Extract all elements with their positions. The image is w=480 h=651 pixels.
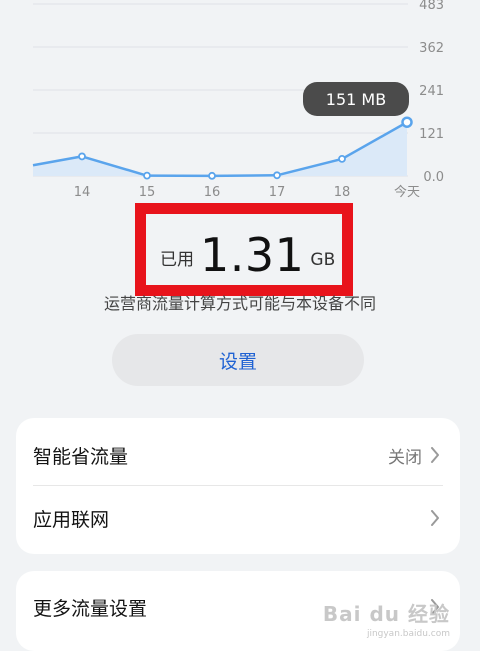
y-tick-label: 241 [419, 84, 444, 99]
data-point [143, 171, 151, 180]
app-networking-row[interactable]: 应用联网 [16, 486, 460, 550]
menu-card-1: 智能省流量 关闭 应用联网 [16, 418, 460, 554]
y-tick-label: 0.0 [423, 170, 444, 185]
data-point [78, 152, 86, 161]
usage-chart-svg: 483 362 241 121 0.0 14 15 16 17 18 今天 151 MB [32, 0, 444, 200]
watermark: Bai du 经验 [322, 602, 450, 626]
used-value: 1.31 [200, 228, 305, 282]
x-tick-label: 18 [334, 185, 351, 200]
today-point [401, 116, 413, 128]
data-point [208, 171, 216, 180]
x-tick-label: 16 [204, 185, 221, 200]
used-unit: GB [310, 250, 336, 270]
y-tick-label: 121 [419, 127, 444, 142]
y-tick-label: 483 [419, 0, 444, 13]
y-tick-label: 362 [419, 41, 444, 56]
data-point [273, 171, 281, 180]
smart-saver-status: 关闭 [388, 443, 440, 468]
settings-button[interactable]: 设置 [112, 334, 364, 386]
smart-saver-label: 智能省流量 [33, 445, 129, 468]
usage-area [33, 122, 407, 176]
used-prefix: 已用 [160, 250, 194, 270]
x-tick-label: 今天 [394, 184, 420, 200]
x-tick-label: 17 [269, 185, 286, 200]
data-point [338, 155, 346, 163]
used-summary: 已用 1.31 GB [160, 220, 335, 280]
x-tick-label: 15 [139, 185, 156, 200]
x-tick-label: 14 [74, 185, 91, 200]
smart-saver-value: 关闭 [388, 447, 422, 468]
app-networking-label: 应用联网 [33, 508, 110, 531]
chevron-right-icon [431, 447, 439, 463]
chevron-right-icon [431, 510, 439, 526]
value-tooltip-label: 151 MB [326, 90, 386, 109]
watermark-url: jingyan.baidu.com [366, 629, 450, 639]
app-networking-arrow [430, 510, 440, 526]
smart-saver-row[interactable]: 智能省流量 关闭 [16, 423, 460, 487]
data-usage-chart: 483 362 241 121 0.0 14 15 16 17 18 今天 151 MB [0, 0, 480, 205]
more-settings-label: 更多流量设置 [33, 597, 148, 620]
carrier-note: 运营商流量计算方式可能与本设备不同 [103, 294, 376, 313]
